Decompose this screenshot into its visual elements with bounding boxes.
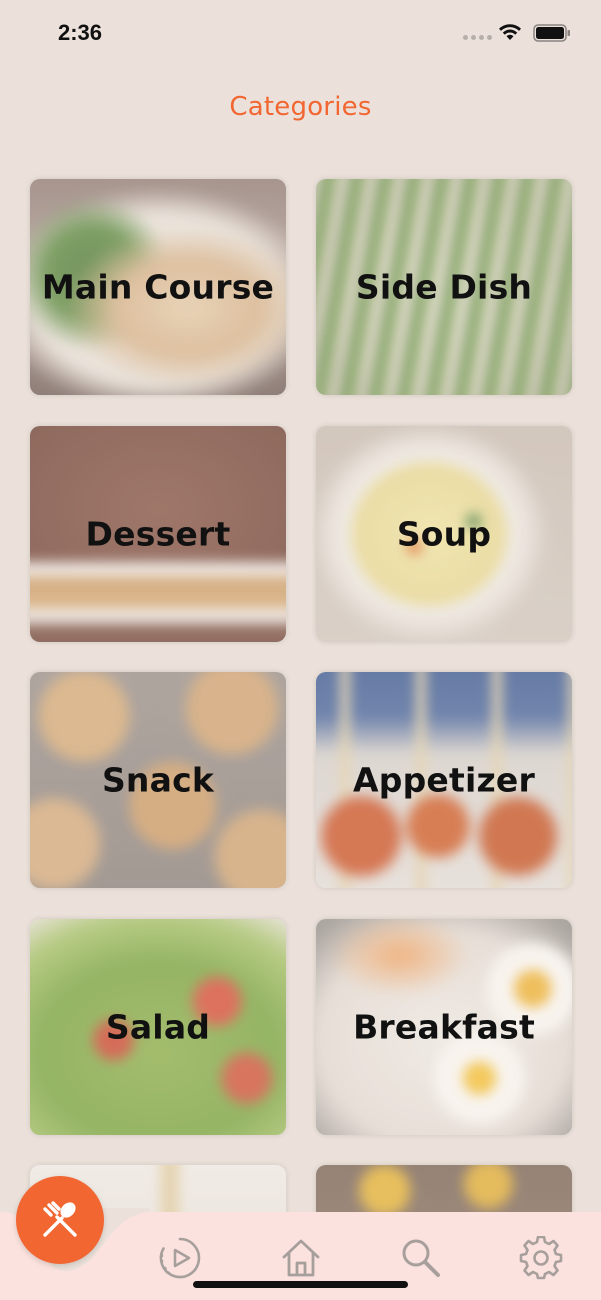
category-label: Snack [101, 760, 215, 800]
screen: 2:36 Categories Main Course Side Dish De… [0, 0, 601, 1300]
search-icon[interactable] [399, 1236, 443, 1280]
cellular-signal-icon [463, 35, 492, 40]
category-card-main-course[interactable]: Main Course [30, 179, 286, 395]
fork-spoon-icon [43, 1201, 77, 1237]
category-card-appetizer[interactable]: Appetizer [316, 672, 572, 888]
status-bar: 2:36 [0, 0, 601, 66]
category-card-side-dish[interactable]: Side Dish [316, 179, 572, 395]
play-circle-icon[interactable] [158, 1236, 202, 1280]
category-card-snack[interactable]: Snack [30, 672, 286, 888]
category-card-soup[interactable]: Soup [316, 426, 572, 642]
category-label: Appetizer [353, 760, 535, 800]
category-label: Soup [396, 514, 492, 554]
category-label: Dessert [85, 514, 231, 554]
category-label: Side Dish [355, 267, 533, 307]
page-title: Categories [229, 92, 372, 122]
category-card-dessert[interactable]: Dessert [30, 426, 286, 642]
battery-icon [533, 24, 570, 42]
category-label: Main Course [41, 267, 275, 307]
category-label: Salad [105, 1007, 211, 1047]
category-label: Breakfast [353, 1007, 535, 1047]
gear-icon[interactable] [519, 1236, 563, 1280]
wifi-icon [499, 24, 521, 40]
category-card-breakfast[interactable]: Breakfast [316, 919, 572, 1135]
status-time: 2:36 [58, 20, 103, 45]
home-indicator [193, 1281, 408, 1288]
recipes-fab-button[interactable] [16, 1176, 104, 1264]
category-card-salad[interactable]: Salad [30, 919, 286, 1135]
home-icon[interactable] [279, 1236, 323, 1280]
